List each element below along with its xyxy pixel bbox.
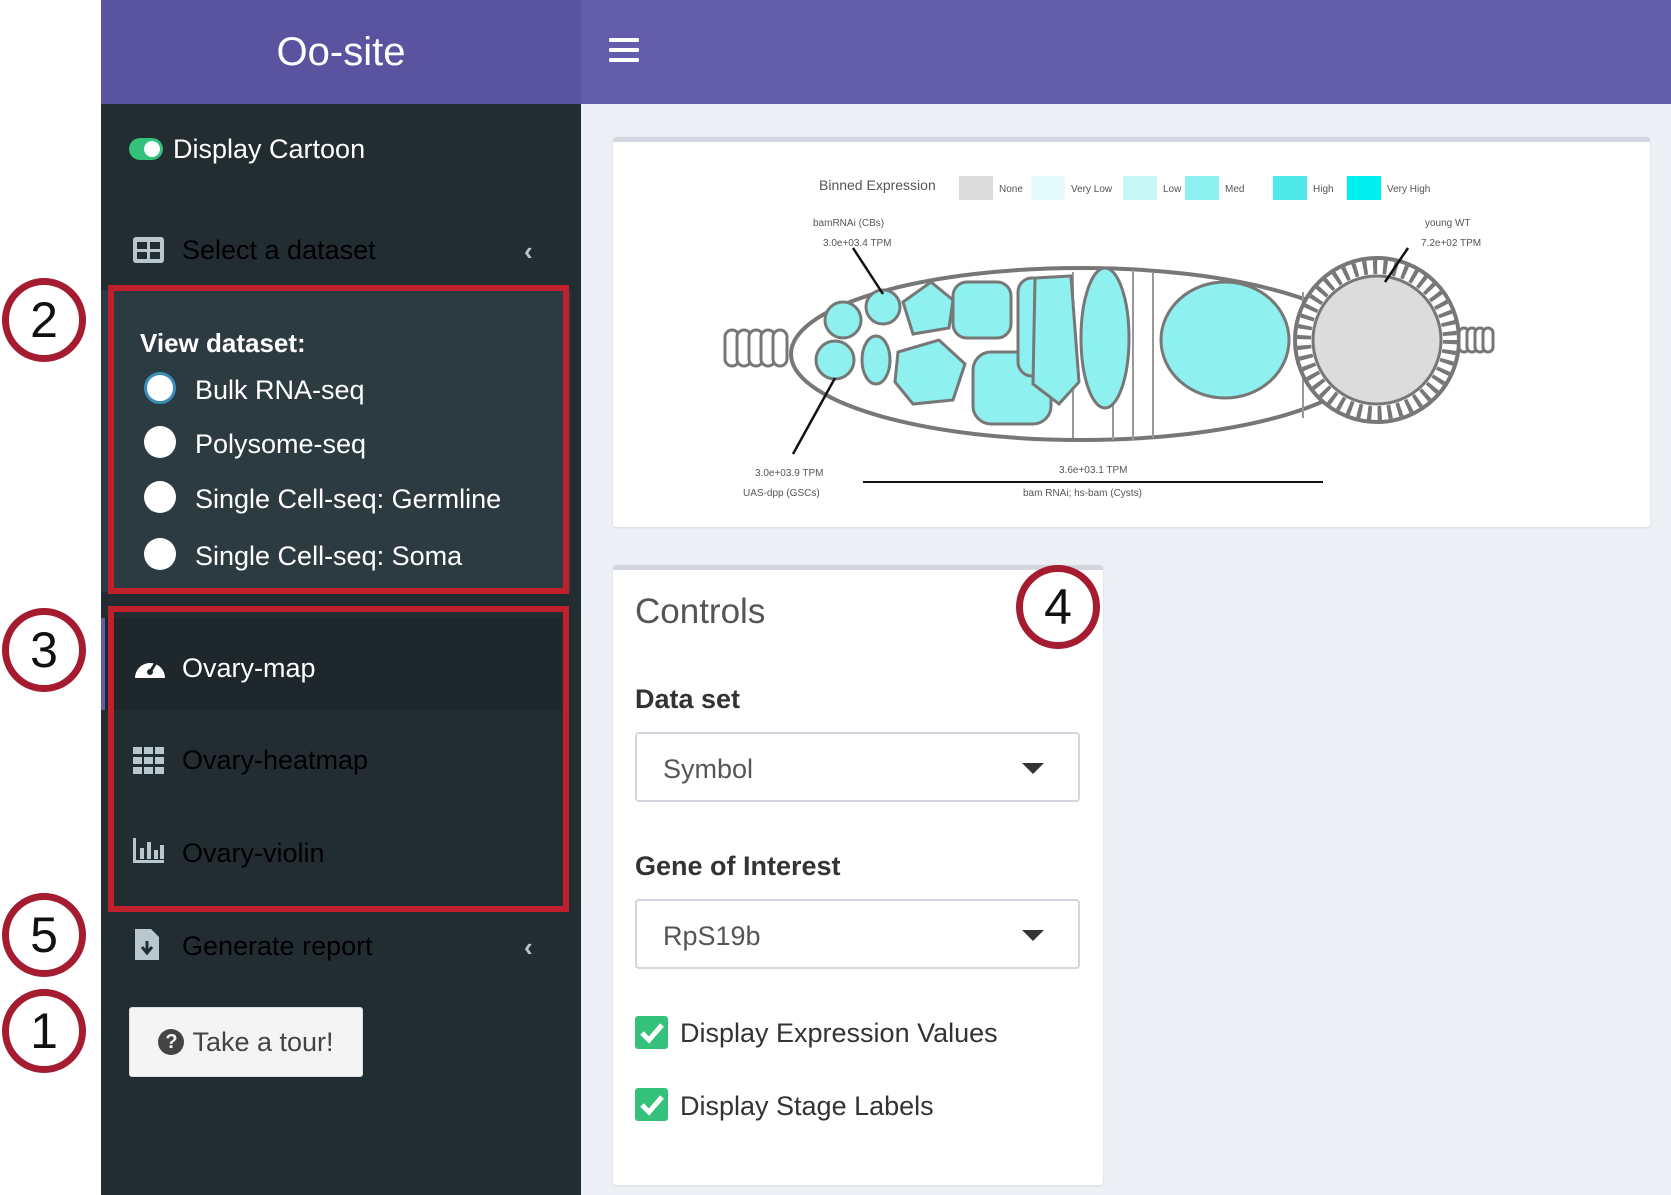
controls-title: Controls	[635, 592, 766, 631]
active-indicator	[101, 618, 105, 710]
annotation-number: 3	[2, 608, 86, 692]
generate-report-menu[interactable]: Generate report	[182, 931, 373, 962]
tour-button-label: Take a tour!	[192, 1026, 334, 1057]
legend-item-label: High	[1313, 184, 1334, 195]
take-a-tour-button[interactable]: ? Take a tour!	[129, 1007, 363, 1077]
question-circle-icon: ?	[158, 1029, 185, 1055]
cartoon-box: Binned Expression None Very Low Low Med …	[613, 137, 1650, 527]
caret-down-icon	[1022, 763, 1044, 774]
toggle-switch-icon[interactable]	[129, 138, 163, 160]
table-icon	[133, 237, 164, 263]
top-navbar	[581, 0, 1671, 104]
gene-select[interactable]: RpS19b	[635, 899, 1080, 969]
legend-item-label: Very Low	[1071, 184, 1113, 195]
display-cartoon-label[interactable]: Display Cartoon	[173, 134, 365, 165]
annotation-box-dataset	[108, 285, 569, 594]
checkmark-icon	[640, 1023, 664, 1044]
select-dataset-menu[interactable]: Select a dataset	[182, 235, 376, 266]
ovary-cartoon: Binned Expression None Very Low Low Med …	[723, 176, 1495, 499]
checkbox-display-stage-labels[interactable]	[635, 1088, 668, 1121]
stage-label: 3.0e+03.9 TPM	[755, 468, 823, 479]
dataset-select[interactable]: Symbol	[635, 732, 1080, 802]
chevron-left-icon[interactable]: ‹	[524, 236, 533, 267]
gene-select-value: RpS19b	[663, 921, 761, 951]
legend-item-label: None	[999, 184, 1023, 195]
checkbox-display-expression[interactable]	[635, 1016, 668, 1049]
hamburger-menu-icon[interactable]	[609, 38, 639, 64]
app-title: Oo-site	[276, 29, 406, 74]
stage-label: bamRNAi (CBs)	[813, 218, 884, 229]
legend-item-label: Very High	[1387, 184, 1430, 195]
app-logo[interactable]: Oo-site	[101, 0, 581, 104]
annotation-number: 2	[2, 278, 86, 362]
stage-label: 3.0e+03.4 TPM	[823, 238, 891, 249]
dataset-select-value: Symbol	[663, 754, 754, 784]
caret-down-icon	[1022, 930, 1044, 941]
checkmark-icon	[640, 1095, 664, 1116]
annotation-box-nav	[108, 606, 569, 912]
chevron-left-icon[interactable]: ‹	[524, 932, 533, 963]
checkbox-label: Display Expression Values	[680, 1018, 998, 1048]
stage-label: young WT	[1425, 218, 1471, 229]
legend-title: Binned Expression	[819, 177, 936, 193]
legend-item-label: Med	[1225, 184, 1244, 195]
legend-item-label: Low	[1163, 184, 1182, 195]
annotation-number: 4	[1016, 565, 1100, 649]
file-download-icon	[135, 929, 159, 960]
annotation-number: 1	[2, 989, 86, 1073]
annotation-number: 5	[2, 893, 86, 977]
dataset-label: Data set	[635, 684, 741, 714]
stage-label: bam RNAi; hs-bam (Cysts)	[1023, 488, 1142, 499]
stage-label: 7.2e+02 TPM	[1421, 238, 1481, 249]
gene-label: Gene of Interest	[635, 851, 841, 881]
stage-label: UAS-dpp (GSCs)	[743, 488, 820, 499]
checkbox-label: Display Stage Labels	[680, 1091, 934, 1121]
stage-label: 3.6e+03.1 TPM	[1059, 465, 1127, 476]
